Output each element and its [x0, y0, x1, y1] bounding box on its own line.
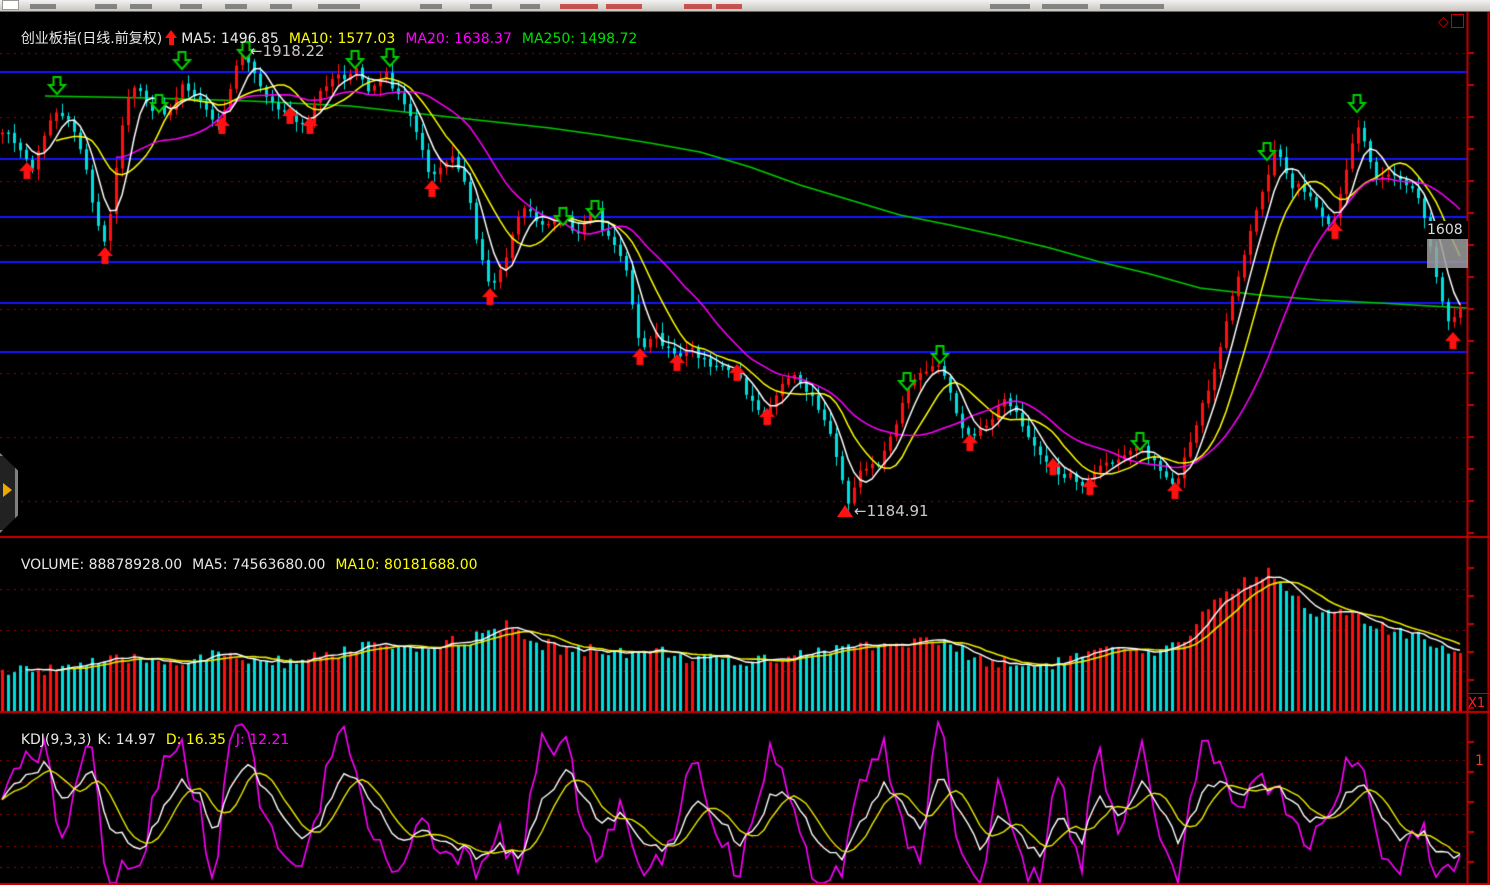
stock-chart-window: 创业板指(日线.前复权) MA5: 1496.85 MA10: 1577.03 MA2…: [0, 0, 1490, 885]
kdj-j-value: J: 12.21: [236, 732, 289, 748]
menubar-fragment[interactable]: [716, 4, 742, 9]
drawer-arrow-icon: [3, 483, 12, 497]
chart-canvas[interactable]: [0, 0, 1490, 885]
menubar-edit-box[interactable]: [2, 0, 19, 10]
menubar-fragment[interactable]: [180, 4, 202, 9]
axis-price-label: 1608: [1427, 221, 1468, 268]
menubar-fragment[interactable]: [1042, 4, 1088, 9]
ma20-value: MA20: 1638.37: [405, 31, 512, 47]
kdj-title: KDJ(9,3,3): [21, 732, 92, 748]
axis-price-text: 1608: [1427, 221, 1468, 239]
menubar-fragment[interactable]: [130, 4, 152, 9]
kdj-axis-tick-label: 1: [1475, 753, 1484, 769]
menubar-fragment[interactable]: [684, 4, 712, 9]
volume-header: VOLUME: 88878928.00MA5: 74563680.00MA10:…: [3, 538, 478, 556]
ma10-value: MA10: 1577.03: [289, 31, 396, 47]
menubar-fragment[interactable]: [30, 4, 56, 9]
kdj-d-value: D: 16.35: [166, 732, 226, 748]
axis-price-highlight: [1427, 239, 1468, 268]
box-icon[interactable]: [1451, 14, 1464, 28]
title-icons: ◇: [1438, 14, 1464, 30]
menubar-fragment[interactable]: [420, 4, 442, 9]
volume-value: VOLUME: 88878928.00: [21, 557, 182, 573]
menubar-fragment[interactable]: [990, 4, 1030, 9]
menubar-fragment[interactable]: [318, 4, 360, 9]
menubar-fragment[interactable]: [95, 4, 117, 9]
x-scale-label[interactable]: X1: [1468, 693, 1490, 713]
low-price-annotation: ←1184.91: [854, 502, 929, 520]
kdj-header: KDJ(9,3,3)K: 14.97D: 16.35J: 12.21: [3, 713, 289, 731]
instrument-title: 创业板指(日线.前复权): [21, 31, 162, 47]
menubar-fragment[interactable]: [606, 4, 642, 9]
menubar: [0, 0, 1490, 12]
up-arrow-icon: [165, 30, 178, 45]
ma250-value: MA250: 1498.72: [522, 31, 637, 47]
ma5-value: MA5: 1496.85: [181, 31, 279, 47]
menubar-fragment[interactable]: [470, 4, 492, 9]
volume-ma10: MA10: 80181688.00: [335, 557, 477, 573]
menubar-fragment[interactable]: [225, 4, 247, 9]
volume-ma5: MA5: 74563680.00: [192, 557, 325, 573]
diamond-icon[interactable]: ◇: [1438, 14, 1451, 30]
menubar-fragment[interactable]: [270, 4, 292, 9]
menubar-fragment[interactable]: [560, 4, 598, 9]
main-chart-header: 创业板指(日线.前复权)MA5: 1496.85MA10: 1577.03MA2…: [3, 12, 637, 30]
kdj-k-value: K: 14.97: [97, 732, 155, 748]
menubar-fragment[interactable]: [1100, 4, 1164, 9]
low-marker-triangle: [837, 505, 853, 517]
menubar-fragment[interactable]: [520, 4, 540, 9]
